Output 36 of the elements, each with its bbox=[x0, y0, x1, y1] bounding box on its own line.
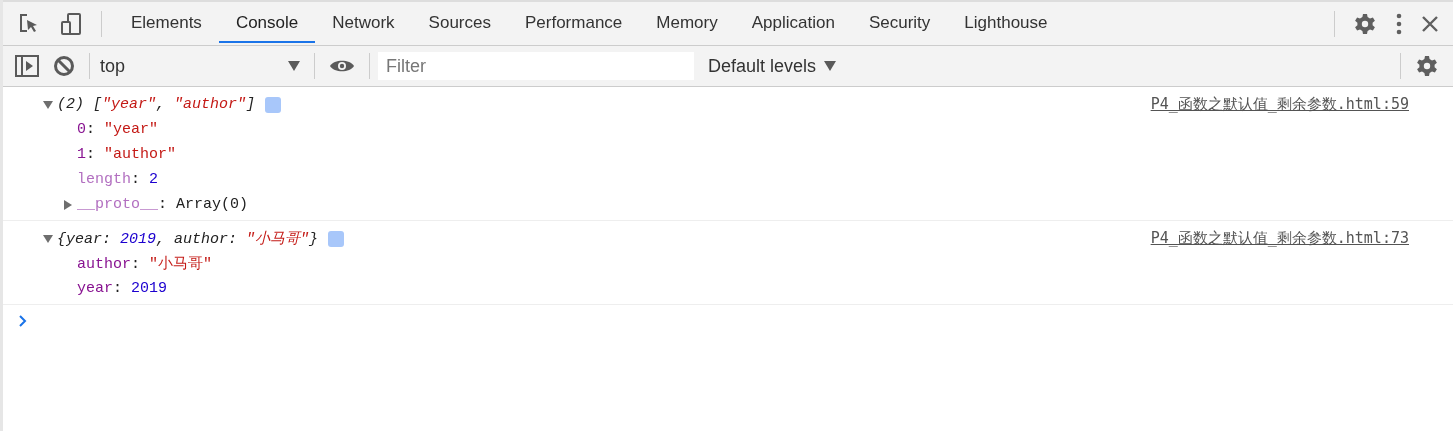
settings-icon[interactable] bbox=[1415, 54, 1439, 78]
expanded-arrow-icon[interactable] bbox=[43, 233, 53, 244]
close-icon[interactable] bbox=[1421, 14, 1439, 33]
property-line: year: 2019 bbox=[77, 280, 168, 297]
caret-icon bbox=[288, 61, 300, 71]
tab[interactable]: Application bbox=[734, 2, 852, 43]
levels-dropdown[interactable]: Default levels bbox=[708, 55, 837, 77]
settings-icon[interactable] bbox=[1353, 11, 1377, 36]
expanded-arrow-icon[interactable] bbox=[43, 99, 53, 110]
property-line: __proto__: Array(0) bbox=[77, 196, 249, 213]
prompt-icon bbox=[19, 315, 27, 327]
tab[interactable]: Memory bbox=[639, 2, 735, 43]
property-line: author: "小马哥" bbox=[77, 254, 213, 273]
tab[interactable]: Lighthouse bbox=[947, 2, 1065, 43]
collapsed-arrow-icon[interactable] bbox=[63, 199, 73, 210]
tab[interactable]: Sources bbox=[411, 2, 508, 43]
tab[interactable]: Elements bbox=[114, 2, 219, 43]
property-line: 1: "author" bbox=[77, 146, 177, 163]
sidebar-icon[interactable] bbox=[15, 55, 39, 77]
clear-icon[interactable] bbox=[53, 55, 75, 77]
source-link[interactable]: P4_函数之默认值_剩余参数.html:59 bbox=[1150, 95, 1409, 114]
device-icon[interactable] bbox=[59, 11, 83, 36]
tab[interactable]: Security bbox=[851, 2, 948, 43]
tab[interactable]: Network bbox=[315, 2, 412, 43]
eye-icon[interactable] bbox=[329, 58, 355, 74]
property-line: 0: "year" bbox=[77, 121, 159, 138]
tab[interactable]: Console bbox=[218, 2, 316, 43]
context-select[interactable]: top bbox=[100, 55, 300, 77]
menu-icon[interactable] bbox=[1395, 11, 1403, 36]
property-line: length: 2 bbox=[77, 171, 159, 188]
filter-field[interactable]: Filter bbox=[378, 52, 694, 80]
object-summary[interactable]: (2) ["year", "author"] bbox=[57, 96, 256, 113]
object-summary[interactable]: {year: 2019, author: "小马哥"} bbox=[57, 229, 319, 248]
tab[interactable]: Performance bbox=[508, 2, 640, 43]
caret-icon bbox=[824, 61, 837, 71]
source-link[interactable]: P4_函数之默认值_剩余参数.html:73 bbox=[1150, 229, 1409, 248]
